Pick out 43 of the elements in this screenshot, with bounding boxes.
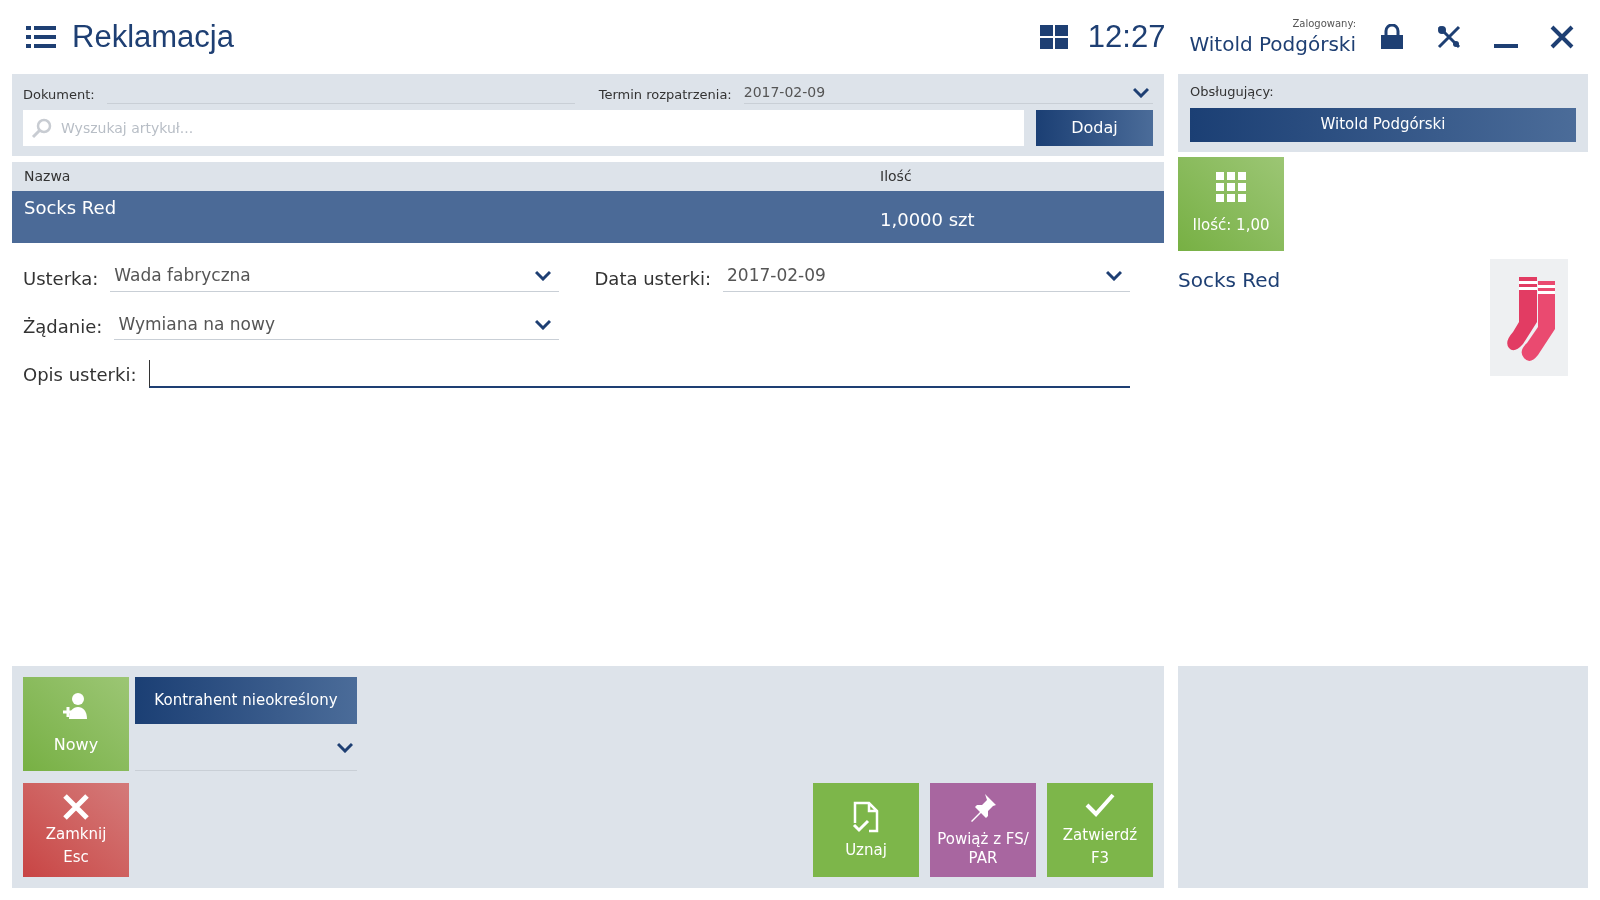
chevron-down-icon xyxy=(534,270,551,282)
add-button[interactable]: Dodaj xyxy=(1036,110,1153,146)
tools-icon[interactable] xyxy=(1436,24,1462,50)
table-cell-text: Socks Red xyxy=(23,196,118,220)
dropdown-field[interactable]: Wada fabryczna xyxy=(110,263,559,292)
column-header: Ilość xyxy=(880,167,912,186)
field-label: Usterka: xyxy=(23,266,99,291)
deadline-dropdown[interactable]: 2017-02-09 xyxy=(743,82,1153,104)
user-name: Witold Podgórski xyxy=(1189,30,1356,58)
column-header: Nazwa xyxy=(23,167,72,186)
lock-icon[interactable] xyxy=(1380,24,1404,50)
field-label: Opis usterki: xyxy=(23,363,137,387)
close-tile[interactable]: Zamknij Esc xyxy=(23,783,129,877)
chevron-down-icon xyxy=(1106,270,1122,282)
tiles-icon[interactable] xyxy=(1039,25,1068,49)
document-check-icon xyxy=(851,800,881,833)
product-name: Socks Red xyxy=(1178,267,1281,294)
handler-label: Obsługujący: xyxy=(1190,83,1275,101)
field-label: Żądanie: xyxy=(23,315,103,339)
table-cell-text: 1,0000 szt xyxy=(880,208,975,232)
document-label: Dokument: xyxy=(23,85,95,104)
close-icon xyxy=(62,793,90,822)
dropdown-field[interactable]: Wymiana na nowy xyxy=(114,311,559,340)
handler-button[interactable]: Witold Podgórski xyxy=(1190,107,1576,142)
search-icon xyxy=(31,117,53,139)
search-field[interactable]: Wyszukaj artykuł... xyxy=(23,110,1024,146)
table-row[interactable]: Socks Red 1,0000 szt xyxy=(12,191,1164,243)
dropdown-field[interactable]: 2017-02-09 xyxy=(723,263,1130,292)
keypad-icon xyxy=(1216,171,1246,202)
close-icon[interactable] xyxy=(1550,25,1574,49)
chevron-down-icon xyxy=(337,741,353,753)
clock-time: 12:27 xyxy=(1087,17,1166,56)
field-label: Data usterki: xyxy=(594,266,711,291)
checkmark-icon xyxy=(1085,792,1115,819)
chevron-down-icon xyxy=(1133,87,1149,98)
logged-in-label: Zalogowany: xyxy=(1292,16,1356,31)
action-tile[interactable]: Powiąż z FS/ PAR xyxy=(930,783,1036,877)
chevron-down-icon xyxy=(534,318,551,330)
menu-icon[interactable] xyxy=(26,25,56,49)
input-field[interactable] xyxy=(148,360,1130,388)
page-title: Reklamacja xyxy=(72,17,234,56)
deadline-label: Termin rozpatrzenia: xyxy=(598,85,732,104)
customer-button[interactable]: Kontrahent nieokreślony xyxy=(135,677,357,724)
